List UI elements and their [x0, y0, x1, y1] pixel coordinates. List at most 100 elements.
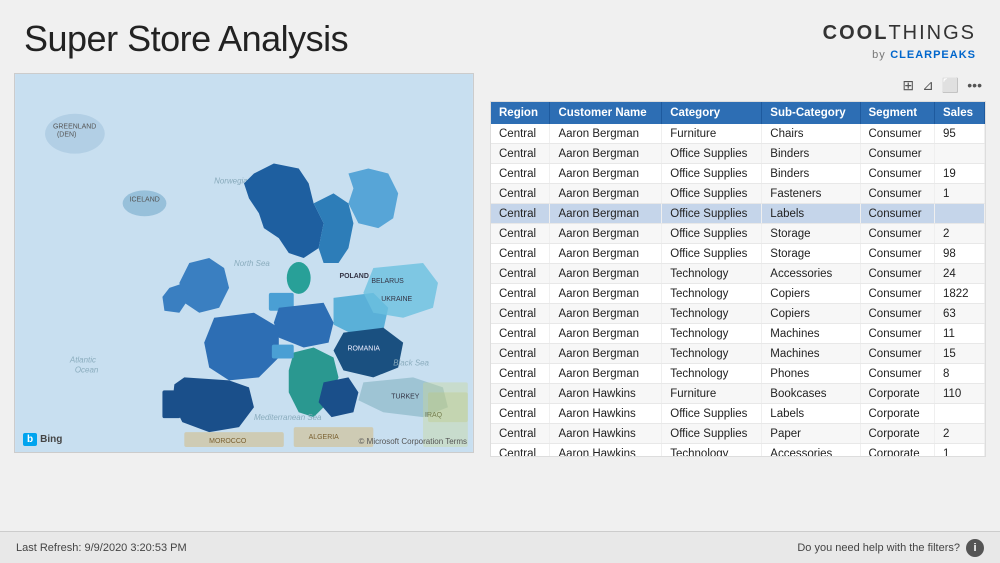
cell-6-0: Central [491, 244, 550, 264]
cell-12-4: Consumer [860, 364, 934, 384]
cell-3-2: Office Supplies [662, 184, 762, 204]
col-customer[interactable]: Customer Name [550, 102, 662, 124]
filter-icon[interactable]: ⊿ [922, 77, 934, 94]
cell-12-5: 8 [934, 364, 984, 384]
cell-7-0: Central [491, 264, 550, 284]
cell-6-2: Office Supplies [662, 244, 762, 264]
col-region[interactable]: Region [491, 102, 550, 124]
cell-16-0: Central [491, 444, 550, 458]
col-category[interactable]: Category [662, 102, 762, 124]
cell-3-3: Fasteners [762, 184, 860, 204]
cell-4-5 [934, 204, 984, 224]
logo-cool: COOL [823, 22, 889, 44]
cell-4-1: Aaron Bergman [550, 204, 662, 224]
cell-14-0: Central [491, 404, 550, 424]
footer-help: Do you need help with the filters? i [797, 539, 984, 557]
cell-14-3: Labels [762, 404, 860, 424]
cell-5-3: Storage [762, 224, 860, 244]
cell-15-2: Office Supplies [662, 424, 762, 444]
col-segment[interactable]: Segment [860, 102, 934, 124]
cell-1-2: Office Supplies [662, 144, 762, 164]
svg-text:(DEN): (DEN) [57, 132, 76, 139]
cell-13-3: Bookcases [762, 384, 860, 404]
table-row[interactable]: CentralAaron BergmanTechnologyMachinesCo… [491, 344, 985, 364]
data-table: Region Customer Name Category Sub-Catego… [491, 102, 985, 457]
cell-12-0: Central [491, 364, 550, 384]
svg-text:Black Sea: Black Sea [393, 358, 429, 367]
table-row[interactable]: CentralAaron HawkinsOffice SuppliesLabel… [491, 404, 985, 424]
cell-11-1: Aaron Bergman [550, 344, 662, 364]
cell-9-4: Consumer [860, 304, 934, 324]
cell-12-2: Technology [662, 364, 762, 384]
svg-text:GREENLAND: GREENLAND [53, 124, 96, 131]
cell-10-1: Aaron Bergman [550, 324, 662, 344]
cell-8-2: Technology [662, 284, 762, 304]
cell-8-4: Consumer [860, 284, 934, 304]
cell-4-4: Consumer [860, 204, 934, 224]
table-row[interactable]: CentralAaron BergmanOffice SuppliesStora… [491, 224, 985, 244]
table-row[interactable]: CentralAaron BergmanOffice SuppliesLabel… [491, 204, 985, 224]
cell-1-5 [934, 144, 984, 164]
bing-watermark: b Bing [23, 433, 62, 446]
table-row[interactable]: CentralAaron HawkinsFurnitureBookcasesCo… [491, 384, 985, 404]
refresh-time: 9/9/2020 3:20:53 PM [84, 542, 186, 554]
table-row[interactable]: CentralAaron BergmanTechnologyCopiersCon… [491, 284, 985, 304]
table-row[interactable]: CentralAaron HawkinsOffice SuppliesPaper… [491, 424, 985, 444]
cell-8-1: Aaron Bergman [550, 284, 662, 304]
cell-0-4: Consumer [860, 124, 934, 144]
cell-5-2: Office Supplies [662, 224, 762, 244]
info-icon[interactable]: i [966, 539, 984, 557]
col-subcategory[interactable]: Sub-Category [762, 102, 860, 124]
cell-8-5: 1822 [934, 284, 984, 304]
svg-text:Atlantic: Atlantic [69, 355, 96, 364]
table-row[interactable]: CentralAaron BergmanOffice SuppliesBinde… [491, 164, 985, 184]
cell-7-3: Accessories [762, 264, 860, 284]
cell-7-4: Consumer [860, 264, 934, 284]
cell-16-3: Accessories [762, 444, 860, 458]
table-row[interactable]: CentralAaron BergmanTechnologyMachinesCo… [491, 324, 985, 344]
table-row[interactable]: CentralAaron BergmanOffice SuppliesBinde… [491, 144, 985, 164]
cell-10-5: 11 [934, 324, 984, 344]
bookmark-icon[interactable]: ⊞ [902, 77, 914, 94]
expand-icon[interactable]: ⬜ [942, 77, 959, 94]
table-row[interactable]: CentralAaron BergmanTechnologyPhonesCons… [491, 364, 985, 384]
cell-15-5: 2 [934, 424, 984, 444]
cell-2-0: Central [491, 164, 550, 184]
cell-11-2: Technology [662, 344, 762, 364]
table-row[interactable]: CentralAaron BergmanTechnologyAccessorie… [491, 264, 985, 284]
cell-6-3: Storage [762, 244, 860, 264]
cell-9-1: Aaron Bergman [550, 304, 662, 324]
cell-3-4: Consumer [860, 184, 934, 204]
logo-by: by [872, 49, 886, 61]
cell-1-4: Consumer [860, 144, 934, 164]
logo: COOLTHINGS by CLEARPEAKS [823, 18, 976, 63]
header: Super Store Analysis COOLTHINGS by CLEAR… [0, 0, 1000, 73]
cell-3-5: 1 [934, 184, 984, 204]
table-row[interactable]: CentralAaron HawkinsTechnologyAccessorie… [491, 444, 985, 458]
more-icon[interactable]: ••• [967, 77, 982, 93]
logo-things: THINGS [888, 22, 976, 44]
svg-text:MOROCCO: MOROCCO [209, 438, 247, 445]
cell-2-4: Consumer [860, 164, 934, 184]
cell-6-5: 98 [934, 244, 984, 264]
refresh-label: Last Refresh: [16, 542, 81, 554]
col-sales[interactable]: Sales [934, 102, 984, 124]
cell-1-0: Central [491, 144, 550, 164]
table-row[interactable]: CentralAaron BergmanTechnologyCopiersCon… [491, 304, 985, 324]
data-table-wrapper: Region Customer Name Category Sub-Catego… [490, 101, 986, 457]
cell-13-4: Corporate [860, 384, 934, 404]
cell-13-2: Furniture [662, 384, 762, 404]
cell-6-4: Consumer [860, 244, 934, 264]
cell-14-5 [934, 404, 984, 424]
table-row[interactable]: CentralAaron BergmanOffice SuppliesFaste… [491, 184, 985, 204]
cell-11-0: Central [491, 344, 550, 364]
bing-icon: b [23, 433, 37, 446]
cell-16-2: Technology [662, 444, 762, 458]
footer-refresh: Last Refresh: 9/9/2020 3:20:53 PM [16, 542, 187, 554]
cell-11-5: 15 [934, 344, 984, 364]
table-row[interactable]: CentralAaron BergmanFurnitureChairsConsu… [491, 124, 985, 144]
svg-text:ICELAND: ICELAND [130, 196, 160, 203]
cell-7-1: Aaron Bergman [550, 264, 662, 284]
cell-1-3: Binders [762, 144, 860, 164]
table-row[interactable]: CentralAaron BergmanOffice SuppliesStora… [491, 244, 985, 264]
